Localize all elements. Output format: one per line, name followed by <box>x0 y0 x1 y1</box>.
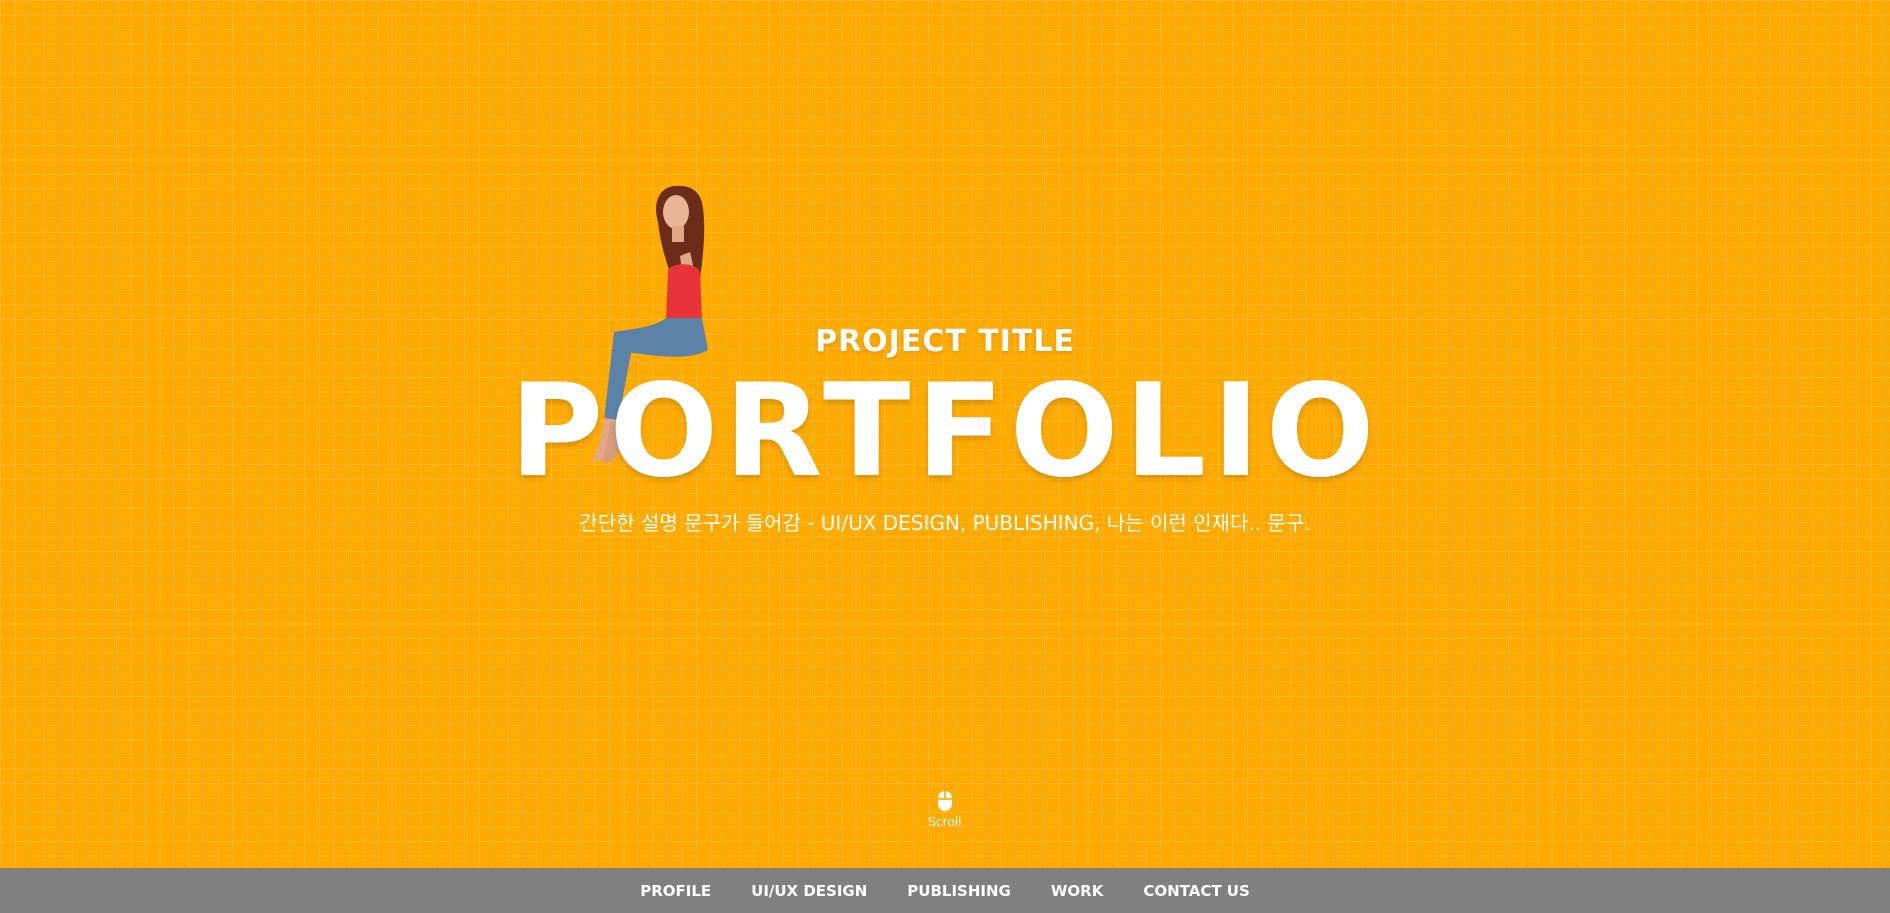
scroll-label: Scroll <box>928 815 962 829</box>
nav-item-work[interactable]: WORK <box>1051 882 1103 900</box>
bottom-nav: PROFILE UI/UX DESIGN PUBLISHING WORK CON… <box>0 868 1890 913</box>
nav-item-uiux-design[interactable]: UI/UX DESIGN <box>751 882 867 900</box>
hero-section: PROJECT TITLE PORTFOLIO 간단한 설명 문구가 들어감 -… <box>0 0 1890 868</box>
nav-item-profile[interactable]: PROFILE <box>640 882 711 900</box>
hero-description: 간단한 설명 문구가 들어감 - UI/UX DESIGN, PUBLISHIN… <box>579 511 1311 535</box>
mouse-icon <box>938 791 952 811</box>
nav-item-contact-us[interactable]: CONTACT US <box>1143 882 1249 900</box>
portfolio-heading: PORTFOLIO <box>509 357 1381 506</box>
project-title: PROJECT TITLE <box>815 324 1075 359</box>
scroll-indicator[interactable]: Scroll <box>915 789 975 829</box>
nav-item-publishing[interactable]: PUBLISHING <box>907 882 1011 900</box>
